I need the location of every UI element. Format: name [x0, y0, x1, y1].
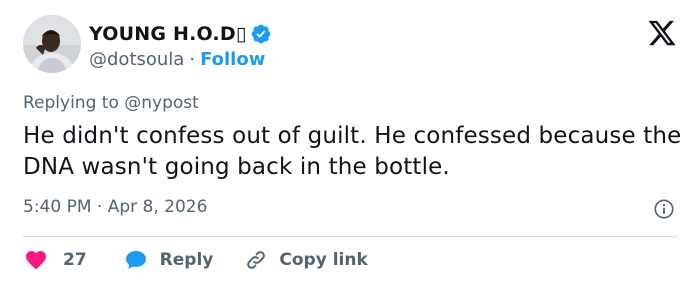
like-count: 27 [63, 250, 87, 270]
tweet-text: He didn't confess out of guilt. He confe… [23, 123, 682, 180]
replying-to-label: Replying to [23, 93, 119, 113]
tweet-timestamp[interactable]: 5:40 PM · Apr 8, 2026 [23, 197, 207, 217]
reply-label: Reply [159, 250, 214, 270]
tweet-date[interactable]: Apr 8, 2026 [108, 197, 208, 217]
link-icon [247, 251, 266, 269]
info-icon[interactable] [653, 198, 675, 220]
reply-button[interactable]: Reply [123, 248, 214, 272]
divider [23, 236, 677, 237]
author-handle-row: @dotsoula · Follow [89, 49, 265, 70]
author-handle[interactable]: @dotsoula [89, 49, 184, 70]
verified-badge-icon [250, 23, 272, 45]
action-bar: 27 Reply Copy link [23, 244, 368, 276]
timestamp-separator: · [96, 197, 103, 217]
replying-to-line: Replying to @nypost [23, 93, 199, 113]
separator-dot: · [189, 49, 196, 70]
replying-to-handle[interactable]: @nypost [124, 93, 199, 113]
author-name-row: YOUNG H.O.D▯ [89, 22, 272, 46]
tweet-card: YOUNG H.O.D▯ @dotsoula · Follow Replying… [0, 0, 700, 287]
x-logo-icon[interactable] [646, 18, 678, 48]
like-button[interactable]: 27 [23, 248, 87, 272]
copy-link-label: Copy link [279, 250, 368, 270]
avatar-image [23, 15, 81, 73]
tweet-time[interactable]: 5:40 PM [23, 197, 92, 217]
speech-bubble-icon [125, 251, 146, 269]
avatar[interactable] [23, 15, 81, 73]
author-display-name[interactable]: YOUNG H.O.D▯ [89, 23, 246, 45]
follow-button[interactable]: Follow [200, 49, 265, 70]
copy-link-button[interactable]: Copy link [244, 248, 368, 272]
heart-icon [26, 251, 46, 270]
